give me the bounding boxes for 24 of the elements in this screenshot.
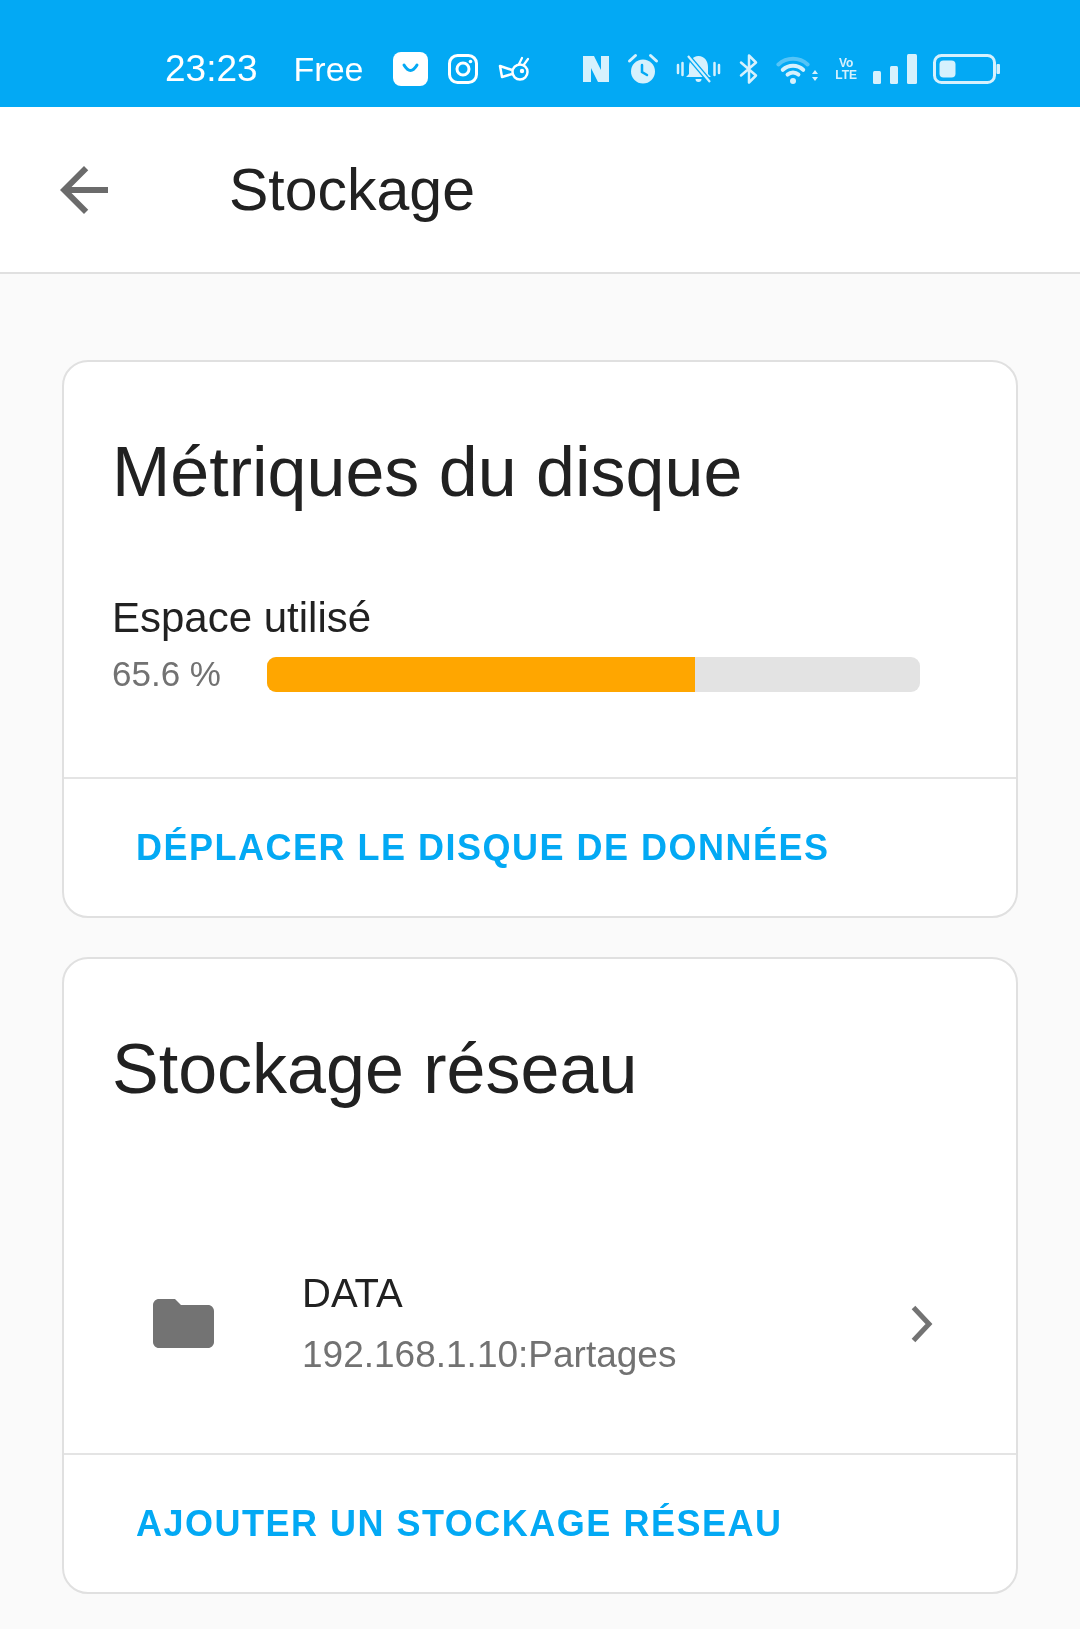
chevron-right-icon[interactable]: [910, 1303, 933, 1344]
metric-label: Espace utilisé: [112, 593, 372, 643]
metric-reading: 65.6 %: [112, 653, 221, 695]
page-title: Stockage: [229, 155, 475, 225]
carrier-name: Free: [293, 48, 364, 89]
add-storage-button[interactable]: AJOUTER UN STOCKAGE RÉSEAU: [112, 1473, 807, 1574]
alarm-clock-icon: [627, 52, 660, 85]
card-title: Métriques du disque: [112, 432, 743, 513]
smile-tile-icon: [392, 51, 428, 86]
back-arrow-icon[interactable]: [60, 165, 108, 214]
share-path: 192.168.1.10:Partages: [302, 1333, 677, 1377]
muted-bell-icon: [675, 52, 723, 85]
share-name: DATA: [302, 1270, 403, 1317]
folder-icon: [153, 1299, 214, 1348]
bee-icon: [497, 55, 530, 82]
camera-outline-icon: [447, 53, 478, 84]
network-type-text: LTE: [835, 68, 857, 81]
battery-icon: [933, 53, 1000, 84]
signal-bars-icon: [873, 53, 917, 84]
nfc-icon: [581, 53, 612, 84]
status-time: 23:23: [165, 48, 258, 89]
move-disk-button[interactable]: DÉPLACER LE DISQUE DE DONNÉES: [112, 797, 854, 898]
card-title: Stockage réseau: [112, 1029, 638, 1110]
network-type-text: Vo: [838, 56, 854, 69]
